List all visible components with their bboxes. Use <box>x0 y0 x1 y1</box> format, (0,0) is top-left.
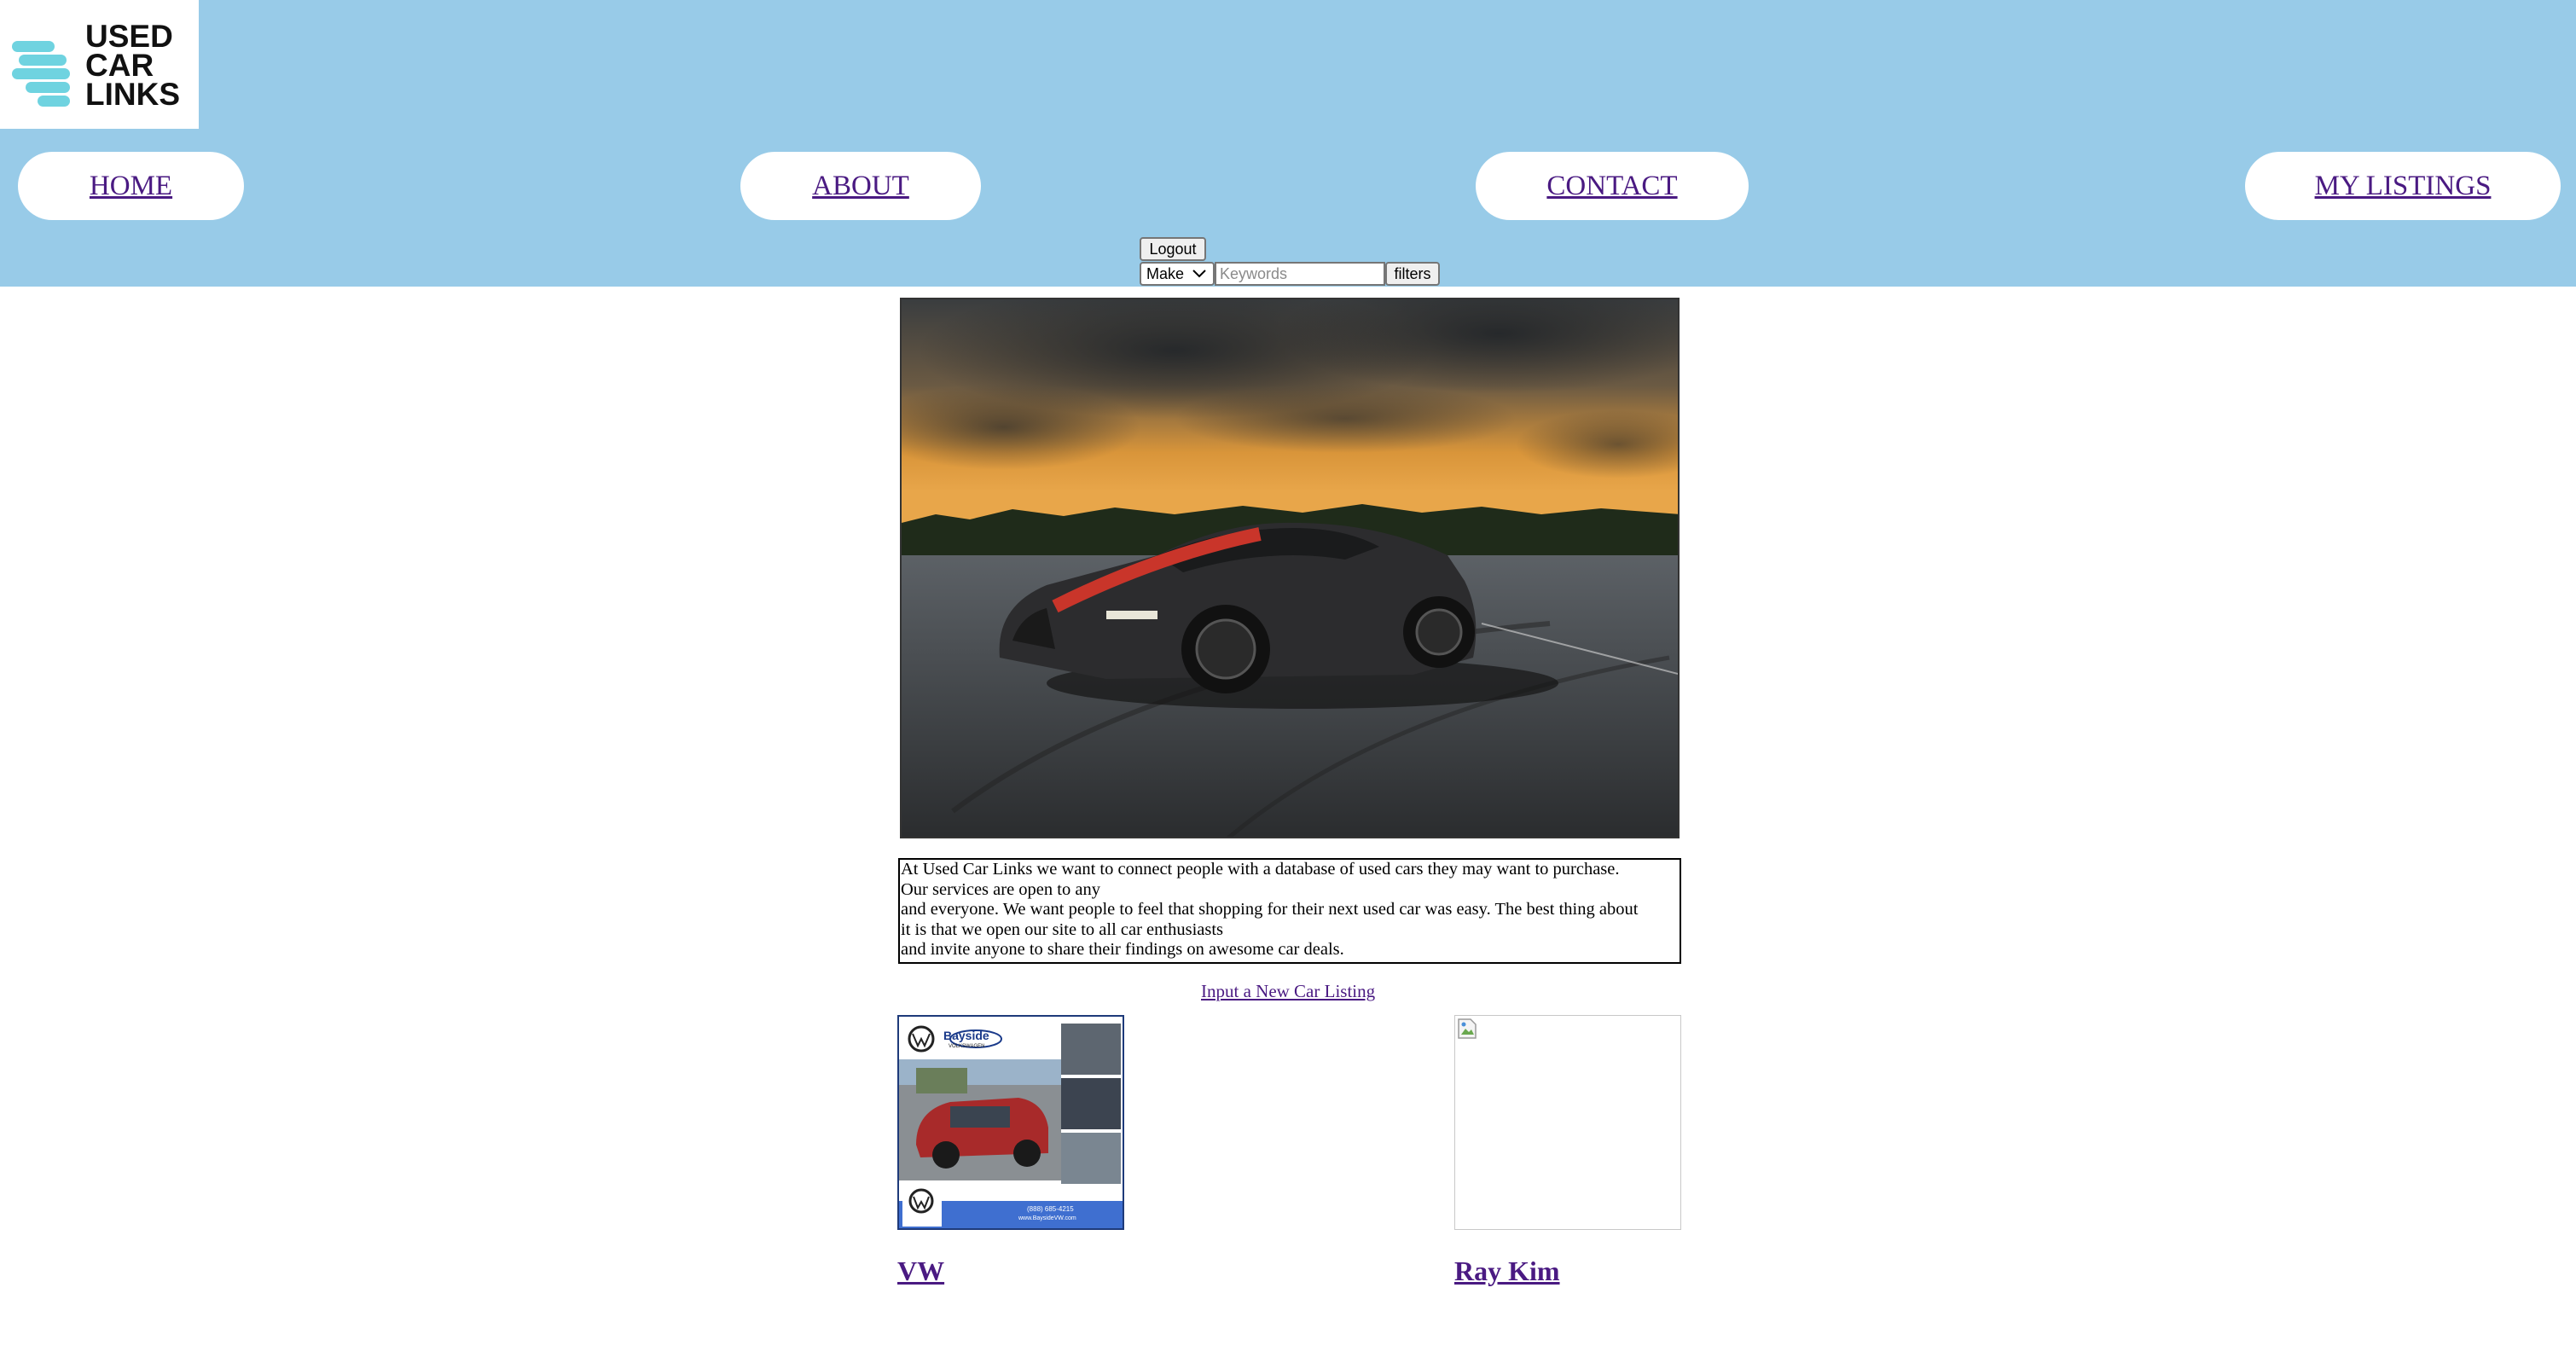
nav-contact[interactable]: CONTACT <box>1476 152 1749 220</box>
site-logo[interactable]: USED CAR LINKS <box>0 0 199 129</box>
nav-home[interactable]: HOME <box>18 152 244 220</box>
nav-my-listings-link[interactable]: MY LISTINGS <box>2315 171 2492 202</box>
nav-contact-link[interactable]: CONTACT <box>1546 171 1677 202</box>
about-description: At Used Car Links we want to connect peo… <box>898 858 1681 964</box>
logout-button[interactable]: Logout <box>1140 237 1206 261</box>
listing-title[interactable]: Ray Kim <box>1454 1256 1560 1287</box>
nav-my-listings[interactable]: MY LISTINGS <box>2245 152 2561 220</box>
logo-bar <box>19 55 67 66</box>
about-line: and everyone. We want people to feel tha… <box>901 900 1639 919</box>
nav-about-link[interactable]: ABOUT <box>812 171 909 202</box>
about-line: At Used Car Links we want to connect peo… <box>901 860 1620 879</box>
listing-image[interactable]: Bayside VOLKSWAGEN (888) 685-4215 www.Ba… <box>897 1015 1124 1230</box>
hero-car-image <box>900 298 1680 838</box>
about-line: it is that we open our site to all car e… <box>901 919 1224 939</box>
make-select-value: Make <box>1146 264 1185 282</box>
logo-bar <box>12 68 70 79</box>
filters-button[interactable]: filters <box>1385 262 1440 286</box>
listing-title[interactable]: VW <box>897 1256 944 1287</box>
broken-image-icon <box>1457 1018 1477 1044</box>
nav-home-link[interactable]: HOME <box>90 171 172 202</box>
logo-bar <box>12 41 55 52</box>
listing-image[interactable] <box>1454 1015 1681 1230</box>
ad-sub: VOLKSWAGEN <box>949 1044 985 1049</box>
site-header: USED CAR LINKS HOME ABOUT CONTACT MY LIS… <box>0 0 2576 287</box>
about-line: and invite anyone to share their finding… <box>901 940 1344 959</box>
ad-brand: Bayside <box>943 1029 989 1042</box>
new-listing-link[interactable]: Input a New Car Listing <box>1201 981 1375 1002</box>
logo-bar <box>38 96 70 107</box>
make-select[interactable]: Make <box>1140 262 1215 286</box>
keywords-placeholder: Keywords <box>1220 265 1288 282</box>
logo-bar <box>26 82 70 93</box>
keywords-input[interactable]: Keywords <box>1215 262 1385 286</box>
ad-web: www.BaysideVW.com <box>1018 1215 1076 1221</box>
ad-phone: (888) 685-4215 <box>1027 1205 1074 1213</box>
logo-wordmark: USED CAR LINKS <box>85 19 180 112</box>
chevron-down-icon <box>1191 264 1208 287</box>
nav-about[interactable]: ABOUT <box>740 152 981 220</box>
about-line: Our services are open to any <box>901 879 1100 899</box>
